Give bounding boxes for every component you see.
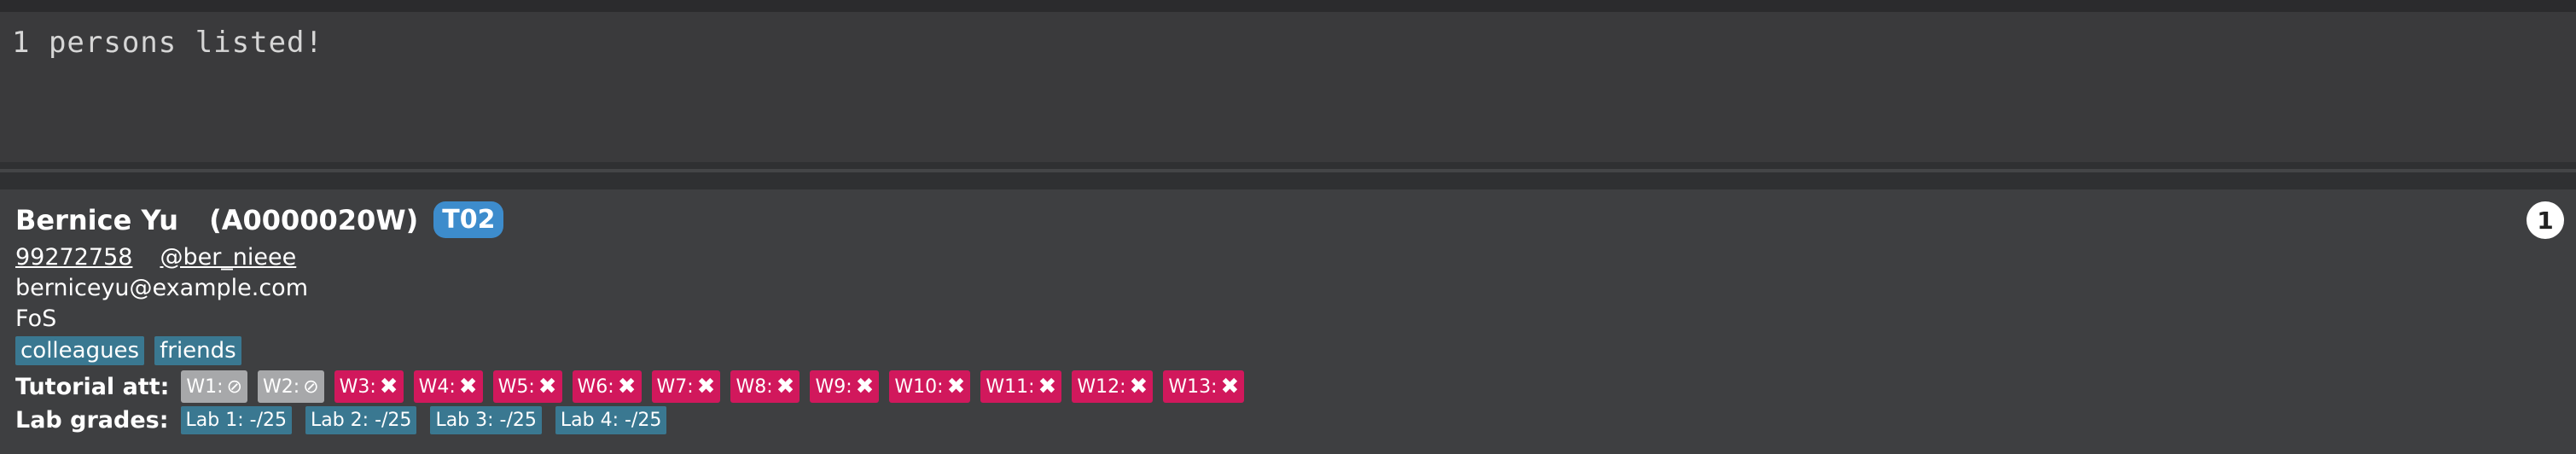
excused-icon: ⊘ [303,375,319,398]
attendance-week: W5: [497,375,535,398]
cross-icon: ✖ [946,374,966,399]
attendance-week: W8: [736,375,773,398]
cross-icon: ✖ [696,374,716,399]
attendance-chip-absent: W3: ✖ [334,370,404,403]
student-id: (A0000020W) [209,203,419,236]
attendance-chip-absent: W8: ✖ [730,370,800,403]
excused-icon: ⊘ [226,375,243,398]
tutorial-group-badge: T02 [433,201,504,238]
attendance-week: W4: [418,375,456,398]
attendance-week: W7: [656,375,694,398]
lab-grades-row: Lab grades: Lab 1: -/25 Lab 2: -/25 Lab … [15,406,680,434]
attendance-chip-absent: W11: ✖ [980,370,1062,403]
person-index-badge: 1 [2527,201,2564,239]
lab-grade: Lab 2: -/25 [305,406,417,434]
lab-grade: Lab 3: -/25 [430,406,542,434]
cross-icon: ✖ [1038,374,1057,399]
attendance-chip-absent: W4: ✖ [413,370,483,403]
attendance-chip-absent: W12: ✖ [1072,370,1154,403]
attendance-chip-absent: W10: ✖ [889,370,971,403]
cross-icon: ✖ [776,374,795,399]
result-message: 1 persons listed! [12,26,323,60]
attendance-week: W10: [894,375,944,398]
attendance-chip-absent: W5: ✖ [492,370,562,403]
lab-grades-label: Lab grades: [15,407,169,434]
tag: friends [154,336,241,365]
tag: colleagues [15,336,145,365]
phone-link[interactable]: 99272758 [15,244,132,271]
attendance-chip-excused: W2: ⊘ [258,370,324,403]
cross-icon: ✖ [379,374,398,399]
cross-icon: ✖ [458,374,478,399]
attendance-chip-absent: W6: ✖ [572,370,642,403]
contact-row: 99272758 @ber_nieee [15,244,296,271]
attendance-label: Tutorial att: [15,373,170,400]
cross-icon: ✖ [855,374,875,399]
attendance-week: W11: [986,375,1035,398]
attendance-list: W1: ⊘ W2: ⊘ W3: ✖ W4: ✖ W5: ✖ W6: ✖ W7: ✖ W8: ✖ W9: ✖ W10:… [181,370,1254,403]
attendance-week: W3: [339,375,376,398]
divider-line [0,169,2576,172]
cross-icon: ✖ [538,374,557,399]
attendance-chip-absent: W13: ✖ [1163,370,1245,403]
cross-icon: ✖ [1220,374,1240,399]
person-header: Bernice Yu (A0000020W) T02 [15,201,504,238]
attendance-week: W6: [577,375,614,398]
attendance-week: W12: [1077,375,1126,398]
pane-divider[interactable] [0,162,2576,189]
attendance-chip-absent: W9: ✖ [810,370,880,403]
attendance-chip-excused: W1: ⊘ [181,370,248,403]
attendance-week: W2: [263,375,300,398]
attendance-chip-absent: W7: ✖ [651,370,721,403]
attendance-week: W13: [1168,375,1218,398]
cross-icon: ✖ [617,374,637,399]
cross-icon: ✖ [1129,374,1148,399]
email-text: berniceyu@example.com [15,275,308,301]
person-card[interactable]: Bernice Yu (A0000020W) T02 1 99272758 @b… [0,189,2576,454]
lab-grade: Lab 1: -/25 [180,406,292,434]
person-name: Bernice Yu [15,203,179,236]
attendance-week: W1: [186,375,224,398]
telegram-link[interactable]: @ber_nieee [160,244,296,271]
faculty-text: FoS [15,306,57,332]
attendance-row: Tutorial att: W1: ⊘ W2: ⊘ W3: ✖ W4: ✖ W5: ✖ W6: ✖ W7… [15,370,1254,403]
result-display: 1 persons listed! [0,0,2576,162]
attendance-week: W9: [815,375,852,398]
tag-list: colleagues friends [15,336,252,365]
lab-grade: Lab 4: -/25 [555,406,667,434]
